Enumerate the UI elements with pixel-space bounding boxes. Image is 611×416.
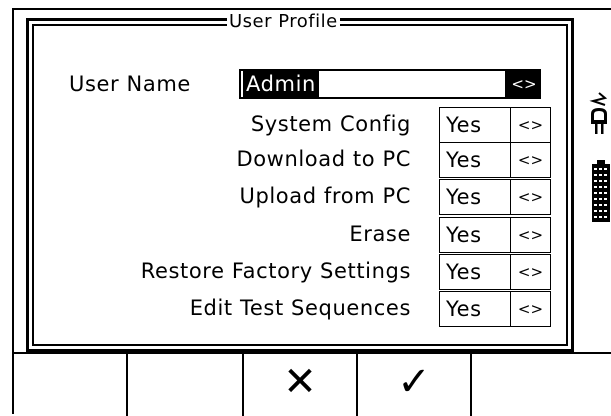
row-label-erase: Erase [349, 222, 411, 246]
upload-from-pc-arrow-button[interactable]: <> [510, 179, 551, 215]
softkey-2[interactable] [126, 354, 242, 416]
check-icon: ✓ [397, 359, 431, 405]
upload-from-pc-value[interactable]: Yes [439, 179, 511, 215]
username-label: User Name [69, 72, 191, 96]
cancel-button[interactable]: ✕ [242, 354, 356, 416]
row-label-edit-test-sequences: Edit Test Sequences [189, 296, 411, 320]
dialog-title: User Profile [227, 11, 340, 33]
edit-test-sequences-value[interactable]: Yes [439, 291, 511, 327]
user-profile-dialog: User Profile User Name Admin <> System C… [26, 11, 574, 352]
cancel-icon: ✕ [283, 359, 317, 405]
row-label-download-to-pc: Download to PC [236, 147, 411, 171]
row-label-system-config: System Config [250, 112, 411, 136]
restore-factory-settings-value[interactable]: Yes [439, 254, 511, 290]
username-value: Admin [243, 71, 319, 97]
row-label-upload-from-pc: Upload from PC [239, 184, 411, 208]
confirm-button[interactable]: ✓ [356, 354, 470, 416]
system-config-arrow-button[interactable]: <> [510, 107, 551, 143]
system-config-value[interactable]: Yes [439, 107, 511, 143]
restore-factory-settings-arrow-button[interactable]: <> [510, 254, 551, 290]
softkey-5[interactable] [470, 354, 611, 416]
download-to-pc-arrow-button[interactable]: <> [510, 142, 551, 178]
softkey-1[interactable] [12, 354, 126, 416]
username-input[interactable]: Admin [239, 69, 507, 99]
erase-arrow-button[interactable]: <> [510, 217, 551, 253]
battery-icon [592, 160, 610, 222]
download-to-pc-value[interactable]: Yes [439, 142, 511, 178]
plug-icon [589, 92, 608, 134]
username-arrow-button[interactable]: <> [507, 69, 541, 99]
row-label-restore-factory-settings: Restore Factory Settings [140, 259, 411, 283]
edit-test-sequences-arrow-button[interactable]: <> [510, 291, 551, 327]
erase-value[interactable]: Yes [439, 217, 511, 253]
softkey-bar: ✕ ✓ [12, 352, 611, 416]
